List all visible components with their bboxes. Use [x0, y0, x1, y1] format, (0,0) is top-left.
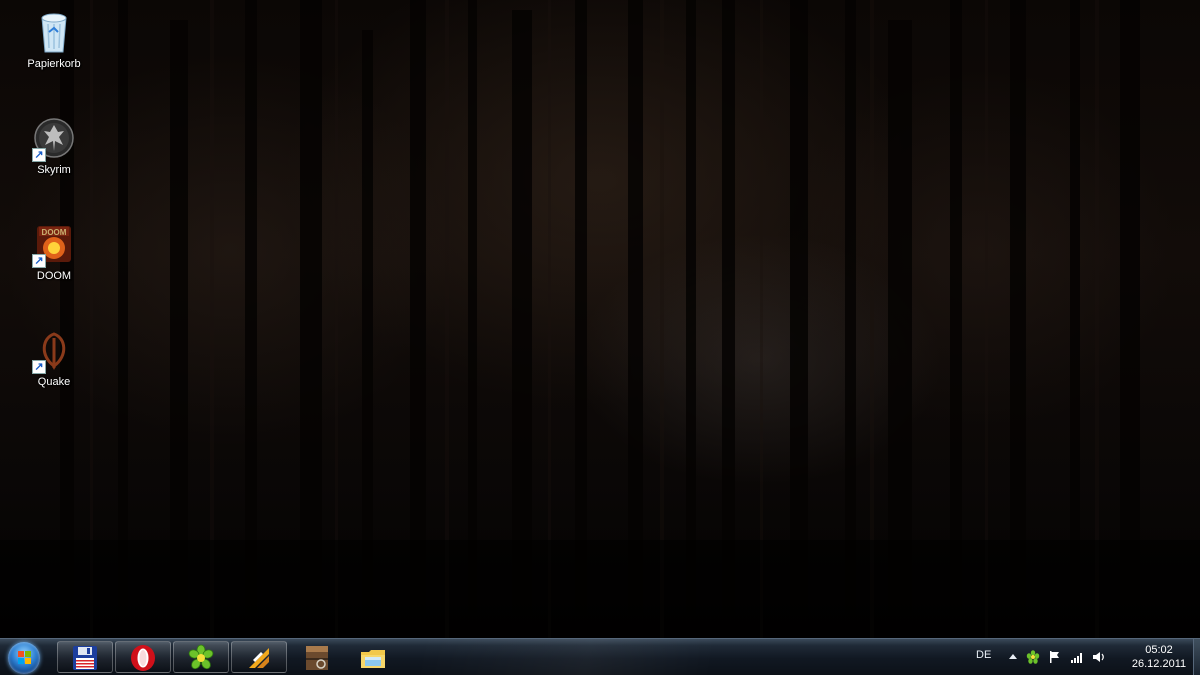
taskbar-button-floppy-save-app[interactable] [57, 641, 113, 673]
icq-tray-icon[interactable] [1026, 650, 1040, 664]
taskbar: DE 05:02 26.12.2011 [0, 638, 1200, 675]
icq-flower-icon [188, 644, 214, 670]
volume-icon[interactable] [1092, 650, 1106, 664]
taskbar-button-icq[interactable] [173, 641, 229, 673]
desktop-icon-label: Skyrim [37, 164, 71, 176]
desktop-icon-label: Quake [37, 376, 71, 388]
show-desktop-button[interactable] [1193, 639, 1200, 675]
clock-date: 26.12.2011 [1131, 658, 1187, 670]
desktop-icon-label: Papierkorb [27, 58, 81, 70]
desktop-background[interactable]: Papierkorb ↗ Skyrim DOOM ↗ DOOM ↗ Quake [0, 0, 1200, 638]
show-hidden-icons-arrow-icon[interactable] [1006, 650, 1020, 664]
action-center-flag-icon[interactable] [1048, 650, 1062, 664]
floppy-disk-icon [73, 646, 97, 670]
folder-icon [361, 650, 385, 668]
forest-wallpaper [0, 0, 1200, 638]
start-button[interactable] [5, 640, 43, 674]
desktop-icon-skyrim[interactable]: ↗ Skyrim [16, 110, 92, 194]
language-indicator[interactable]: DE [976, 649, 991, 661]
shortcut-arrow-icon: ↗ [32, 360, 46, 374]
network-signal-icon[interactable] [1070, 650, 1084, 664]
taskbar-button-explorer[interactable] [345, 641, 401, 673]
clock-time: 05:02 [1145, 644, 1173, 656]
clock[interactable]: 05:02 26.12.2011 [1128, 643, 1190, 671]
taskbar-button-game-app[interactable] [289, 641, 345, 673]
desktop-icon-quake[interactable]: ↗ Quake [16, 322, 92, 406]
desktop-icon-doom[interactable]: DOOM ↗ DOOM [16, 216, 92, 300]
shortcut-arrow-icon: ↗ [32, 254, 46, 268]
winamp-icon [249, 648, 269, 668]
opera-icon [131, 645, 155, 671]
desktop-icon-label: DOOM [36, 270, 72, 282]
shortcut-arrow-icon: ↗ [32, 148, 46, 162]
svg-text:DOOM: DOOM [42, 228, 67, 237]
windows-orb-icon [8, 642, 40, 674]
taskbar-button-winamp[interactable] [231, 641, 287, 673]
game-box-icon [306, 646, 328, 670]
system-tray: DE 05:02 26.12.2011 [968, 639, 1200, 675]
desktop-icon-recycle-bin[interactable]: Papierkorb [16, 4, 92, 88]
taskbar-button-opera[interactable] [115, 641, 171, 673]
recycle-bin-icon [41, 13, 67, 53]
